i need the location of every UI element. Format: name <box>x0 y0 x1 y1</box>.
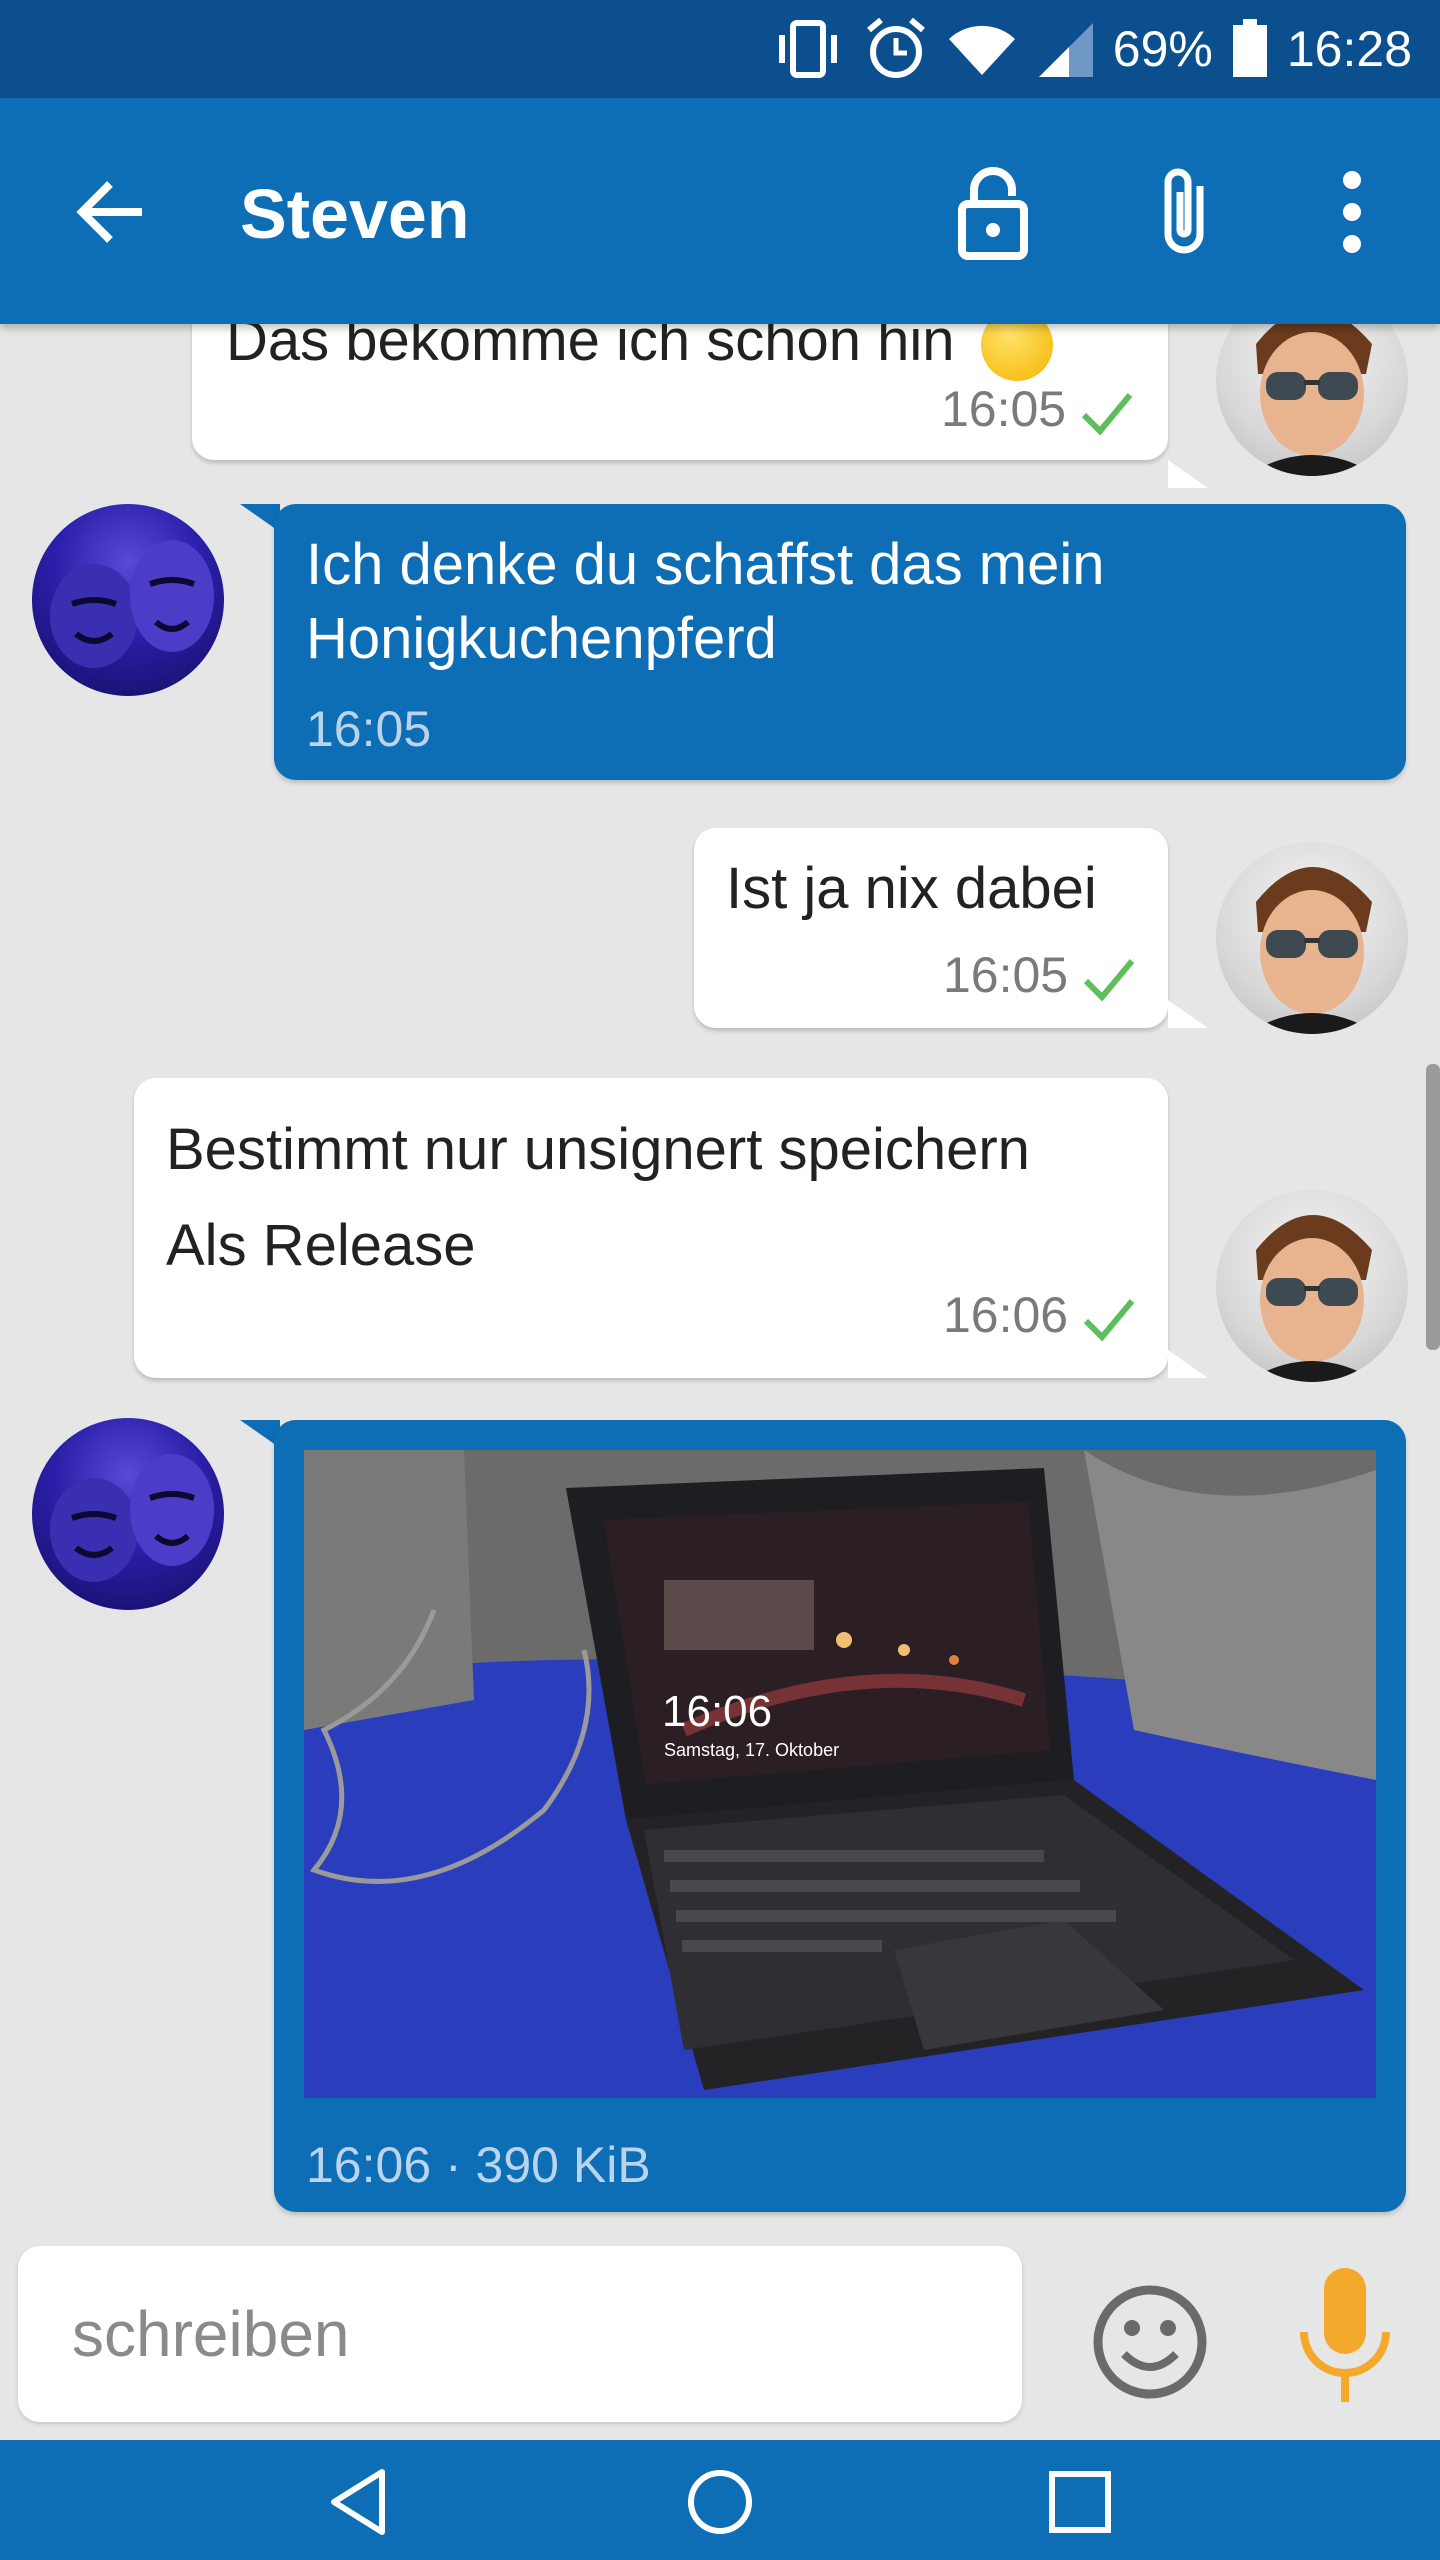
attachment-icon[interactable] <box>1140 164 1230 260</box>
message-text: Das bekomme ich schon hin <box>226 324 1053 381</box>
battery-percentage: 69% <box>1112 21 1213 77</box>
emoji-icon[interactable] <box>1090 2282 1210 2402</box>
avatar[interactable] <box>32 1418 224 1610</box>
message-meta: 16:06 <box>943 1286 1136 1344</box>
message-time: 16:06 <box>942 1287 1069 1343</box>
attached-photo[interactable]: 16:06 Samstag, 17. Oktober <box>304 1450 1376 2098</box>
message-composer <box>0 2242 1440 2442</box>
avatar[interactable] <box>1216 842 1408 1034</box>
wifi-icon <box>948 25 1015 75</box>
message-bubble[interactable]: Ich denke du schaffst das mein Honigkuch… <box>274 504 1406 780</box>
message-text: Ist ja nix dabei <box>726 856 1097 921</box>
more-vert-icon[interactable] <box>1306 164 1398 260</box>
message-meta: 16:05 <box>941 380 1134 438</box>
check-icon <box>1083 958 1135 1002</box>
battery-icon <box>1232 19 1267 77</box>
bubble-tail <box>1168 460 1208 488</box>
photo-lockscreen-date: Samstag, 17. Oktober <box>664 1740 839 1760</box>
nav-back-icon[interactable] <box>320 2462 400 2542</box>
signal-icon <box>1038 23 1093 77</box>
message-bubble[interactable]: Das bekomme ich schon hin 16:05 <box>192 324 1168 460</box>
lock-icon[interactable] <box>948 164 1038 260</box>
status-bar: 69% 16:28 <box>0 0 1440 98</box>
message-line: Als Release <box>166 1213 476 1278</box>
photo-lockscreen-clock: 16:06 <box>662 1687 772 1736</box>
navigation-bar <box>0 2440 1440 2560</box>
image-meta: 16:06 · 390 KiB <box>306 2137 651 2193</box>
message-bubble[interactable]: Ist ja nix dabei 16:05 <box>694 828 1168 1028</box>
message-time: 16:05 <box>306 701 432 757</box>
check-icon <box>1081 392 1133 436</box>
avatar[interactable] <box>32 504 224 696</box>
contact-name[interactable]: Steven <box>240 174 470 254</box>
clock: 16:28 <box>1286 21 1412 77</box>
message-input[interactable] <box>18 2246 1022 2422</box>
check-icon <box>1083 1298 1135 1342</box>
message-list[interactable]: Das bekomme ich schon hin 16:05 Ich denk… <box>0 324 1440 2242</box>
avatar[interactable] <box>1216 324 1408 476</box>
message-time: 16:05 <box>942 947 1069 1003</box>
smiley-emoji <box>980 324 1053 381</box>
nav-recents-icon[interactable] <box>1040 2462 1120 2542</box>
alarm-icon <box>866 17 925 78</box>
message-text: Bestimmt nur unsignert speichern Als Rel… <box>166 1102 1030 1294</box>
message-meta: 16:05 <box>943 946 1136 1004</box>
avatar[interactable] <box>1216 1190 1408 1382</box>
scrollbar[interactable] <box>1426 1064 1440 1350</box>
message-bubble[interactable]: Bestimmt nur unsignert speichern Als Rel… <box>134 1078 1168 1378</box>
bubble-tail <box>1168 1000 1208 1028</box>
back-arrow-icon[interactable] <box>70 170 154 254</box>
microphone-icon[interactable] <box>1290 2264 1400 2414</box>
image-message-bubble[interactable]: 16:06 Samstag, 17. Oktober 16:06 · 390 K… <box>274 1420 1406 2212</box>
vibrate-icon <box>778 20 837 78</box>
message-line: Bestimmt nur unsignert speichern <box>166 1117 1030 1182</box>
message-text: Ich denke du schaffst das mein Honigkuch… <box>306 532 1105 671</box>
nav-home-icon[interactable] <box>680 2462 760 2542</box>
chat-toolbar: Steven <box>0 98 1440 324</box>
bubble-tail <box>1168 1350 1208 1378</box>
message-time: 16:05 <box>940 381 1067 437</box>
